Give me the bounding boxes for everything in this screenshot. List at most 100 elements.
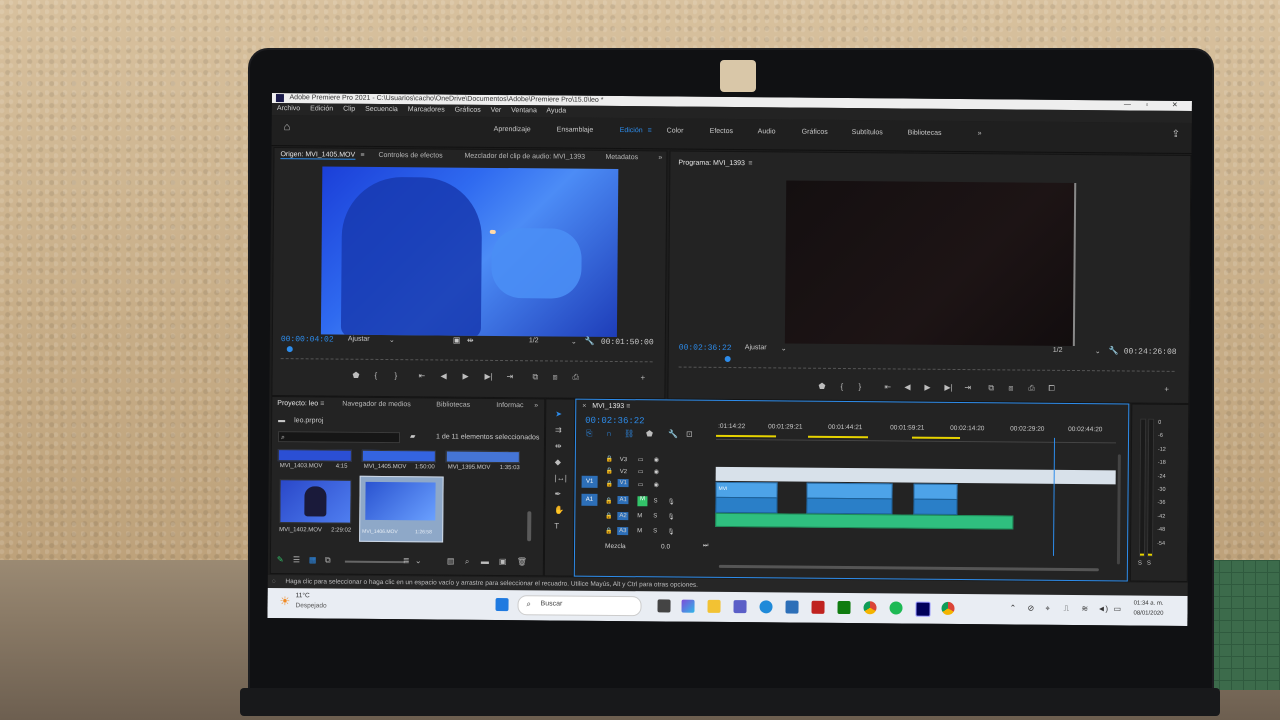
tab-program[interactable]: Programa: MVI_1393 [678, 160, 745, 168]
workspace-aprendizaje[interactable]: Aprendizaje [494, 126, 531, 133]
menu-ventana[interactable]: Ventana [511, 107, 537, 114]
tab-project[interactable]: Proyecto: leo [277, 400, 318, 407]
sync-lock-icon[interactable]: ▭ [638, 468, 644, 475]
home-icon[interactable]: ⌂ [284, 121, 291, 133]
taskbar-time[interactable]: 01:34 a. m. [1134, 601, 1164, 607]
ripple-edit-icon[interactable]: ⇹ [555, 441, 562, 450]
menu-marcadores[interactable]: Marcadores [408, 106, 445, 113]
go-to-out-icon[interactable]: ⇥ [964, 383, 971, 392]
timeline-menu-icon[interactable]: ≡ [626, 403, 630, 410]
project-item-name[interactable]: MVI_1402.MOV [279, 527, 322, 533]
captions-icon[interactable]: ⊡ [686, 430, 693, 439]
step-back-icon[interactable]: ◀ [904, 383, 910, 392]
sync-lock-icon[interactable]: ▭ [638, 456, 644, 463]
source-patch-a1[interactable]: A1 [581, 493, 598, 506]
source-scrubber[interactable] [280, 348, 653, 363]
chevron-down-icon[interactable]: ⌄ [571, 338, 577, 346]
mic-off-icon[interactable]: ⊘ [1027, 604, 1034, 613]
step-forward-icon[interactable]: ▶| [944, 383, 952, 392]
eye-icon[interactable]: ◉ [654, 481, 659, 488]
source-resolution-dropdown[interactable]: 1/2 [529, 337, 539, 344]
lock-icon[interactable]: 🔒 [605, 498, 613, 505]
microphone-icon[interactable]: 🎙 [667, 528, 675, 535]
timeline-hscroll[interactable] [718, 564, 1099, 572]
go-to-in-icon[interactable]: ⇤ [418, 371, 425, 380]
workspace-ensamblaje[interactable]: Ensamblaje [557, 126, 594, 133]
weather-icon[interactable]: ☀ [280, 594, 291, 608]
mark-out-icon[interactable]: } [858, 382, 861, 391]
go-to-in-icon[interactable]: ⇤ [884, 382, 891, 391]
add-button-icon[interactable]: + [1164, 385, 1169, 394]
close-icon[interactable]: ✕ [1172, 101, 1178, 111]
lock-icon[interactable]: 🔒 [606, 468, 614, 475]
project-scrollbar[interactable] [527, 511, 532, 542]
taskbar-date[interactable]: 08/01/2020 [1133, 611, 1163, 617]
step-back-icon[interactable]: ◀ [440, 371, 446, 380]
taskbar-search[interactable]: ⌕ Buscar [517, 595, 642, 617]
audio-clip[interactable] [913, 498, 958, 515]
insert-icon[interactable]: ⧉ [532, 372, 538, 382]
battery-icon[interactable]: ▭ [1113, 604, 1121, 613]
timeline-playhead[interactable] [1052, 437, 1056, 556]
go-to-out-icon[interactable]: ⇥ [506, 372, 513, 381]
wrench-icon[interactable]: 🔧 [668, 429, 678, 438]
add-button-icon[interactable]: + [640, 373, 645, 382]
track-select-icon[interactable]: ⇉ [555, 425, 562, 434]
project-item-thumb[interactable] [445, 450, 520, 464]
tab-source[interactable]: Origen: MVI_1405.MOV [280, 151, 356, 160]
share-icon[interactable]: ⇪ [1172, 129, 1180, 140]
freeform-view-icon[interactable]: ⧉ [325, 555, 331, 565]
tab-media-browser[interactable]: Navegador de medios [342, 401, 411, 409]
wrench-icon[interactable]: 🔧 [585, 337, 595, 346]
project-search-input[interactable]: ⌕ [277, 431, 401, 444]
audio-clip-a2[interactable] [715, 512, 1014, 530]
project-panel-menu-icon[interactable]: ≡ [320, 400, 324, 407]
track-label-a1[interactable]: A1 [617, 496, 629, 505]
go-to-end-icon[interactable]: ⏭ [703, 543, 708, 550]
razor-icon[interactable]: ◆ [555, 457, 561, 466]
workspace-graficos[interactable]: Gráficos [802, 129, 828, 136]
project-item-name[interactable]: MVI_1405.MOV [364, 464, 407, 470]
lock-icon[interactable]: 🔒 [606, 456, 614, 463]
wifi-icon[interactable]: ≋ [1081, 604, 1088, 613]
type-tool-icon[interactable]: T [554, 521, 559, 530]
snap-icon[interactable]: ∩ [606, 429, 612, 438]
source-timecode[interactable]: 00:00:04:02 [281, 335, 334, 344]
play-icon[interactable]: ▶ [924, 383, 930, 392]
add-marker-icon[interactable]: ⬟ [646, 429, 653, 438]
menu-ayuda[interactable]: Ayuda [546, 107, 566, 114]
menu-secuencia[interactable]: Secuencia [365, 106, 398, 113]
add-marker-icon[interactable]: ⬟ [818, 382, 825, 391]
icon-view-icon[interactable]: ▦ [309, 555, 317, 564]
audio-clip[interactable] [806, 497, 893, 515]
workspace-color[interactable]: Color [667, 127, 684, 134]
program-playhead[interactable] [724, 355, 731, 363]
audio-clip[interactable] [715, 496, 778, 514]
mark-in-icon[interactable]: { [375, 371, 378, 380]
lock-icon[interactable]: 🔒 [605, 528, 613, 535]
solo-button[interactable]: S [653, 498, 657, 504]
source-fit-dropdown[interactable]: Ajustar [348, 336, 370, 343]
tab-sequence[interactable]: MVI_1393 [592, 403, 624, 410]
lock-icon[interactable]: 🔒 [606, 481, 614, 488]
chevron-down-icon[interactable]: ⌄ [1095, 347, 1101, 355]
chevron-down-icon[interactable]: ⌄ [415, 556, 422, 565]
workspace-audio[interactable]: Audio [758, 128, 776, 135]
selection-tool-icon[interactable]: ➤ [555, 409, 562, 418]
menu-archivo[interactable]: Archivo [277, 105, 300, 112]
edge-icon[interactable] [759, 600, 773, 614]
menu-ver[interactable]: Ver [491, 107, 502, 114]
copilot-icon[interactable] [681, 599, 695, 613]
workspace-menu-icon[interactable]: ≡ [648, 127, 652, 134]
tab-effect-controls[interactable]: Controles de efectos [378, 152, 442, 160]
mark-in-icon[interactable]: { [840, 382, 843, 391]
weather-temp[interactable]: 11°C [296, 592, 310, 599]
timeline-ruler[interactable]: :01:14:22 00:01:29:21 00:01:44:21 00:01:… [715, 420, 1117, 444]
project-item-thumb[interactable] [277, 449, 352, 462]
automate-icon[interactable]: ▤ [447, 557, 455, 566]
timeline-timecode[interactable]: 00:02:36:22 [585, 416, 645, 427]
tab-info[interactable]: Informac [496, 402, 523, 409]
program-fit-dropdown[interactable]: Ajustar [745, 344, 767, 351]
track-area[interactable]: MVI [715, 437, 1116, 558]
task-view-icon[interactable] [657, 599, 671, 613]
